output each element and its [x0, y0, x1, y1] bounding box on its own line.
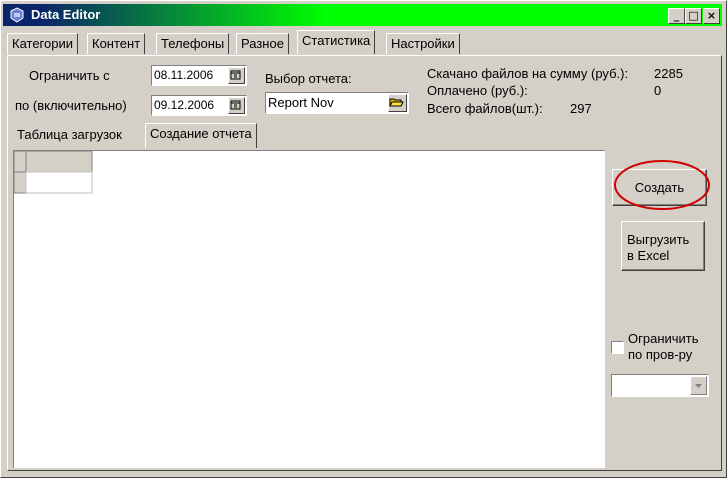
paid-label: Оплачено (руб.):	[427, 83, 528, 98]
grid-cells	[13, 150, 93, 194]
from-date-field[interactable]: 08.11.2006	[151, 65, 247, 86]
tab-misc[interactable]: Разное	[236, 33, 289, 54]
tab-content[interactable]: Контент	[87, 33, 146, 54]
downloaded-value: 2285	[654, 66, 683, 81]
title-bar[interactable]: Data Editor _ □ ×	[3, 4, 722, 26]
report-grid[interactable]	[13, 150, 605, 468]
provider-dropdown[interactable]	[611, 374, 709, 397]
main-window: Data Editor _ □ × Категории Контент Теле…	[0, 0, 727, 478]
chevron-down-icon[interactable]	[690, 376, 707, 395]
total-files-label: Всего файлов(шт.):	[427, 101, 543, 116]
downloaded-label: Скачано файлов на сумму (руб.):	[427, 66, 629, 81]
to-date-value: 09.12.2006	[154, 98, 215, 112]
export-excel-button[interactable]: Выгрузить в Excel	[621, 221, 705, 271]
to-date-label: по (включительно)	[15, 98, 127, 113]
tab-statistics[interactable]: Статистика	[297, 30, 376, 54]
paid-value: 0	[654, 83, 662, 98]
export-excel-line2: в Excel	[627, 248, 670, 263]
report-selector[interactable]: Report Nov	[265, 92, 409, 114]
limit-provider-label-1: Ограничить	[628, 331, 699, 346]
highlight-circle	[614, 160, 710, 210]
folder-open-icon[interactable]	[388, 94, 407, 112]
minimize-button[interactable]: _	[668, 8, 685, 24]
tab-create-report[interactable]: Создание отчета	[145, 123, 257, 148]
to-date-field[interactable]: 09.12.2006	[151, 95, 247, 116]
calendar-icon[interactable]	[228, 67, 245, 84]
calendar-icon[interactable]	[228, 97, 245, 114]
close-button[interactable]: ×	[703, 8, 720, 24]
report-value: Report Nov	[268, 95, 334, 110]
limit-provider-label-2: по пров-ру	[628, 347, 693, 362]
tab-phones[interactable]: Телефоны	[156, 33, 230, 54]
total-files-value: 297	[570, 101, 592, 116]
tab-categories[interactable]: Категории	[7, 33, 78, 54]
from-date-value: 08.11.2006	[154, 68, 214, 82]
window-title: Data Editor	[31, 7, 101, 22]
tab-settings[interactable]: Настройки	[386, 33, 460, 54]
limit-provider-checkbox[interactable]	[611, 341, 624, 354]
from-date-label: Ограничить с	[29, 68, 110, 83]
app-icon	[10, 7, 24, 23]
maximize-button[interactable]: □	[685, 8, 702, 24]
export-excel-line1: Выгрузить	[627, 232, 690, 247]
report-label: Выбор отчета:	[265, 71, 352, 86]
tab-downloads-table[interactable]: Таблица загрузок	[13, 125, 126, 145]
